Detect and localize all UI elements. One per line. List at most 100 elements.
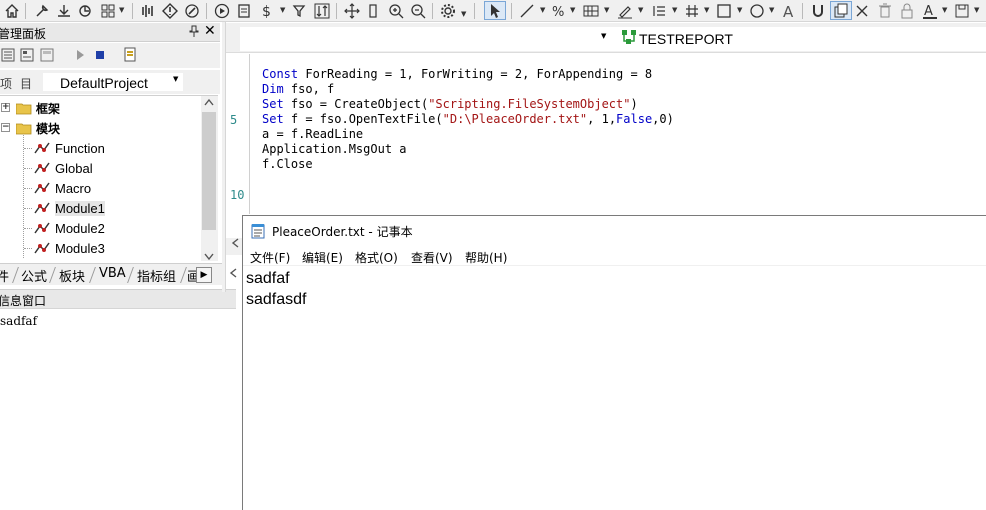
tab-vba[interactable]: VBA [95,265,130,285]
rectangle-icon[interactable] [716,1,732,20]
table-icon[interactable] [582,1,600,20]
scroll-down-icon[interactable] [204,250,214,261]
notepad-titlebar[interactable]: PleaceOrder.txt - 记事本 [243,216,986,246]
font-color-dropdown-arrow[interactable]: ▼ [942,6,947,14]
tab-formula[interactable]: 公式 [17,265,51,285]
move-icon[interactable] [343,1,361,20]
table-dropdown-arrow[interactable]: ▼ [604,6,609,14]
text-icon[interactable]: A [781,1,797,20]
dollar-icon[interactable]: $ [259,1,273,20]
scroll-up-icon[interactable] [204,98,214,109]
module-icon [34,242,50,254]
pin-icon[interactable] [189,25,199,40]
tab-sector[interactable]: 板块 [55,265,89,285]
home-icon[interactable] [3,1,21,20]
rectangle-dropdown-arrow[interactable]: ▼ [737,6,742,14]
delete-x-icon[interactable] [854,1,870,20]
diamond-alert-icon[interactable] [161,1,179,20]
tree-node-function[interactable]: Function [24,138,105,158]
tree-node-module1[interactable]: Module1 [24,198,105,218]
expand-icon[interactable]: + [1,103,10,112]
tab-indicator-group[interactable]: 指标组 [133,265,180,285]
lock-icon[interactable] [899,1,915,20]
scrollbar-thumb[interactable] [202,112,216,230]
pointer-icon[interactable] [484,1,506,20]
svg-text:%: % [552,5,564,19]
hash-dropdown-arrow[interactable]: ▼ [704,6,709,14]
tree-node-global[interactable]: Global [24,158,93,178]
collapse-icon[interactable]: − [1,123,10,132]
hash-icon[interactable] [684,1,700,20]
code-text: Application.MsgOut a [262,142,407,156]
report-icon[interactable] [235,1,253,20]
pen-dropdown-arrow[interactable]: ▼ [638,6,643,14]
tree-node-module3[interactable]: Module3 [24,238,105,258]
zoom-out-icon[interactable] [409,1,427,20]
list-dropdown-arrow[interactable]: ▼ [672,6,677,14]
menu-edit[interactable]: 编辑(E) [302,249,343,266]
save-dropdown-arrow[interactable]: ▼ [974,6,979,14]
line-icon[interactable] [518,1,536,20]
stop-icon[interactable] [92,47,108,63]
code-keyword: Set [262,112,284,126]
tree-node-macro[interactable]: Macro [24,178,91,198]
project-select[interactable]: DefaultProject [42,72,184,92]
trash-icon[interactable] [877,1,893,20]
grid-dropdown-arrow[interactable]: ▼ [119,6,124,14]
copy-icon[interactable] [830,1,852,20]
chevron-down-icon[interactable]: ▼ [173,75,178,83]
code-editor[interactable]: Const ForReading = 1, ForWriting = 2, Fo… [262,67,674,172]
line-dropdown-arrow[interactable]: ▼ [540,6,545,14]
circle-dropdown-arrow[interactable]: ▼ [769,6,774,14]
download-icon[interactable] [55,1,73,20]
code-line: f.Close [262,157,674,172]
font-color-icon[interactable]: A [922,1,938,20]
menu-format[interactable]: 格式(O) [355,249,398,266]
refresh-link-icon[interactable] [76,1,94,20]
properties-icon[interactable] [39,47,55,63]
gear-dropdown-arrow[interactable]: ▼ [461,10,466,18]
pen-icon[interactable] [616,1,634,20]
code-keyword: False [616,112,653,126]
panel-tabs: 件 公式 板块 VBA 指标组 画 ▶ [0,263,222,285]
scroll-left-icon[interactable] [229,267,237,281]
close-icon[interactable]: ✕ [204,23,216,39]
editor-object-name[interactable]: TESTREPORT [639,31,733,47]
menu-view[interactable]: 查看(V) [411,249,453,266]
circle-icon[interactable] [748,1,766,20]
wrench-icon[interactable] [33,1,51,20]
module-icon [34,222,50,234]
tree-node-module2[interactable]: Module2 [24,218,105,238]
line-number: 5 [230,113,238,127]
edit-icon[interactable] [183,1,201,20]
view-code-icon[interactable] [0,47,16,63]
view-form-icon[interactable] [19,47,35,63]
sort-icon[interactable] [313,1,331,20]
notepad-text-area[interactable]: sadfaf sadfasdf [246,268,306,310]
column-icon[interactable] [366,1,380,20]
filter-icon[interactable] [291,1,309,20]
document-icon[interactable] [122,47,138,63]
grid-icon[interactable] [99,1,117,20]
play-icon[interactable] [72,47,88,63]
dollar-dropdown-arrow[interactable]: ▼ [280,6,285,14]
tree-node-label: Global [55,160,93,176]
menu-file[interactable]: 文件(F) [250,249,290,266]
gear-icon[interactable] [439,1,457,20]
chevron-right-icon[interactable]: ▶ [196,267,212,283]
tree-node-modules[interactable]: − 模块 [1,118,60,138]
chevron-down-icon[interactable]: ▼ [601,32,606,40]
list-icon[interactable] [650,1,668,20]
tab-drawing[interactable]: 画 [183,265,197,285]
run-icon[interactable] [213,1,231,20]
tree-node-framework[interactable]: + 框架 [1,98,60,118]
zoom-in-icon[interactable] [387,1,405,20]
menu-help[interactable]: 帮助(H) [465,249,507,266]
chart-icon[interactable] [139,1,157,20]
tab-item[interactable]: 件 [0,265,13,285]
save-icon[interactable] [954,1,970,20]
percent-dropdown-arrow[interactable]: ▼ [570,6,575,14]
percent-icon[interactable]: % [550,1,566,20]
magnet-icon[interactable] [809,1,827,20]
tree-scrollbar[interactable] [201,96,218,261]
